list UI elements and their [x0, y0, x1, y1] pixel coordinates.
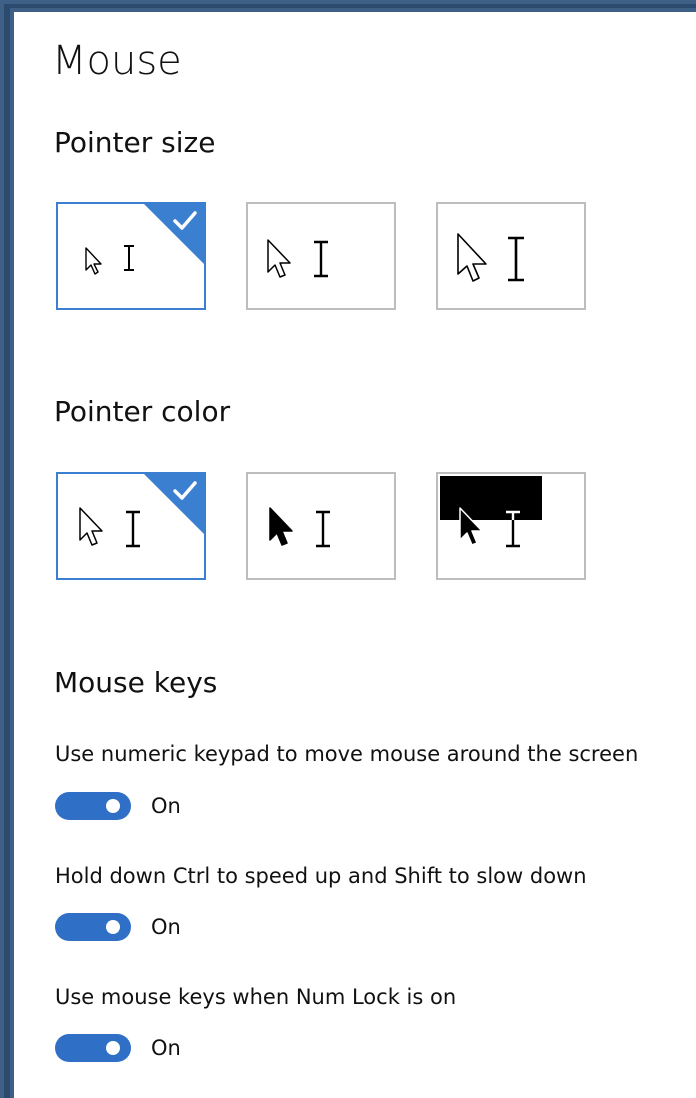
- pointer-size-heading: Pointer size: [54, 126, 216, 159]
- setting-row-num-lock: On: [55, 1033, 181, 1063]
- setting-label-numeric-keypad: Use numeric keypad to move mouse around …: [55, 742, 639, 766]
- toggle-knob: [106, 799, 120, 813]
- ctrl-shift-toggle[interactable]: [55, 913, 131, 941]
- num-lock-toggle[interactable]: [55, 1034, 131, 1062]
- checkmark-icon: [173, 211, 197, 230]
- toggle-knob: [106, 920, 120, 934]
- pointer-preview-icon: [440, 476, 542, 548]
- toggle-state-label: On: [151, 1036, 181, 1060]
- pointer-color-heading: Pointer color: [54, 395, 231, 428]
- pointer-size-option-medium[interactable]: [246, 202, 396, 310]
- setting-row-ctrl-shift: On: [55, 912, 181, 942]
- setting-row-numeric-keypad: On: [55, 791, 181, 821]
- pointer-size-option-small[interactable]: [56, 202, 206, 310]
- toggle-state-label: On: [151, 915, 181, 939]
- pointer-size-option-large[interactable]: [436, 202, 586, 310]
- pointer-color-option-inverted[interactable]: [436, 472, 586, 580]
- checkmark-icon: [173, 481, 197, 500]
- page-title: Mouse: [52, 38, 182, 84]
- numeric-keypad-toggle[interactable]: [55, 792, 131, 820]
- mouse-keys-heading: Mouse keys: [54, 666, 218, 699]
- pointer-color-option-black[interactable]: [246, 472, 396, 580]
- pointer-preview-icon: [457, 233, 524, 282]
- pointer-color-option-white[interactable]: [56, 472, 206, 580]
- setting-label-num-lock: Use mouse keys when Num Lock is on: [55, 985, 457, 1009]
- setting-label-ctrl-shift: Hold down Ctrl to speed up and Shift to …: [55, 864, 587, 888]
- toggle-state-label: On: [151, 794, 181, 818]
- pointer-preview-icon: [269, 507, 330, 548]
- pointer-preview-icon: [267, 239, 328, 278]
- toggle-knob: [106, 1041, 120, 1055]
